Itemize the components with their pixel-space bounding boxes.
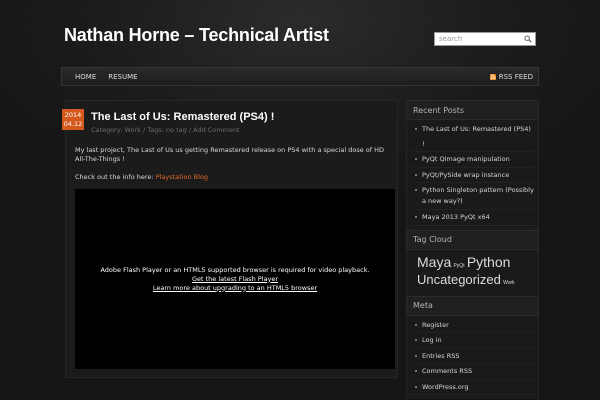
recent-posts-title: Recent Posts xyxy=(406,100,539,120)
recent-post-link[interactable]: Python Singleton pattern (Possibly a new… xyxy=(411,183,534,210)
tag-link[interactable]: Maya xyxy=(417,254,451,270)
rss-feed-label: RSS FEED xyxy=(498,72,533,81)
post-meta: Category: Work / Tags: no tag / Add Comm… xyxy=(91,126,240,134)
tag-link[interactable]: Work xyxy=(503,280,515,286)
recent-post-link[interactable]: Maya 2013 PyQt x64 xyxy=(411,210,534,226)
recent-posts-list: The Last of Us: Remastered (PS4) ! PyQt … xyxy=(406,120,539,230)
rss-icon xyxy=(489,73,496,80)
main-navigation: HOME RESUME RSS FEED xyxy=(61,67,539,86)
meta-category-label: Category: xyxy=(91,126,123,134)
recent-post-link[interactable]: PyQt/PySide wrap instance xyxy=(411,168,534,183)
get-flash-player-link[interactable]: Get the latest Flash Player xyxy=(192,275,278,284)
search-box xyxy=(434,32,536,46)
meta-link-wordpress[interactable]: WordPress.org xyxy=(411,380,534,395)
playstation-blog-link[interactable]: Playstation Blog xyxy=(156,173,208,181)
post-date-day: 04.12 xyxy=(63,120,83,128)
tag-link[interactable]: Python xyxy=(467,254,511,270)
video-player[interactable]: Adobe Flash Player or an HTML5 supported… xyxy=(75,189,395,369)
meta-link-register[interactable]: Register xyxy=(411,318,534,333)
post-paragraph: Check out the info here: Playstation Blo… xyxy=(75,173,390,182)
meta-category-link[interactable]: Work xyxy=(125,126,141,134)
meta-link-comments-rss[interactable]: Comments RSS xyxy=(411,364,534,380)
recent-post-link[interactable]: The Last of Us: Remastered (PS4) ! xyxy=(411,122,534,152)
search-input[interactable] xyxy=(435,33,521,45)
post-paragraph-text: Check out the info here: xyxy=(75,173,154,181)
post-body: My last project, The Last of Us us getti… xyxy=(75,146,390,182)
tag-link[interactable]: PyQt xyxy=(453,263,464,269)
post-date-badge: 2014 04.12 xyxy=(62,109,84,130)
meta-list: Register Log in Entries RSS Comments RSS… xyxy=(406,315,539,399)
post-date-year: 2014 xyxy=(64,111,82,119)
site-title[interactable]: Nathan Horne – Technical Artist xyxy=(64,25,329,46)
tag-cloud-title: Tag Cloud xyxy=(406,229,539,250)
meta-title: Meta xyxy=(406,295,539,316)
meta-link-entries-rss[interactable]: Entries RSS xyxy=(411,349,534,364)
sidebar: Recent Posts The Last of Us: Remastered … xyxy=(406,100,539,399)
meta-link-login[interactable]: Log in xyxy=(411,333,534,349)
tag-cloud: Maya PyQt Python Uncategorized Work xyxy=(406,249,539,296)
meta-add-comment-link[interactable]: Add Comment xyxy=(193,126,240,134)
meta-tags: / Tags: no tag / xyxy=(143,126,192,134)
tag-link[interactable]: Uncategorized xyxy=(417,272,501,287)
search-icon[interactable] xyxy=(521,33,535,45)
post-paragraph: My last project, The Last of Us us getti… xyxy=(75,146,385,163)
nav-resume[interactable]: RESUME xyxy=(108,73,137,81)
recent-post-link[interactable]: PyQt QImage manipulation xyxy=(411,152,534,168)
video-message: Adobe Flash Player or an HTML5 supported… xyxy=(100,265,370,274)
upgrade-html5-link[interactable]: Learn more about upgrading to an HTML5 b… xyxy=(153,284,317,293)
nav-home[interactable]: HOME xyxy=(62,73,96,81)
post-article: 2014 04.12 The Last of Us: Remastered (P… xyxy=(62,100,398,378)
post-title[interactable]: The Last of Us: Remastered (PS4) ! xyxy=(91,111,274,123)
rss-feed-link[interactable]: RSS FEED xyxy=(489,72,533,81)
